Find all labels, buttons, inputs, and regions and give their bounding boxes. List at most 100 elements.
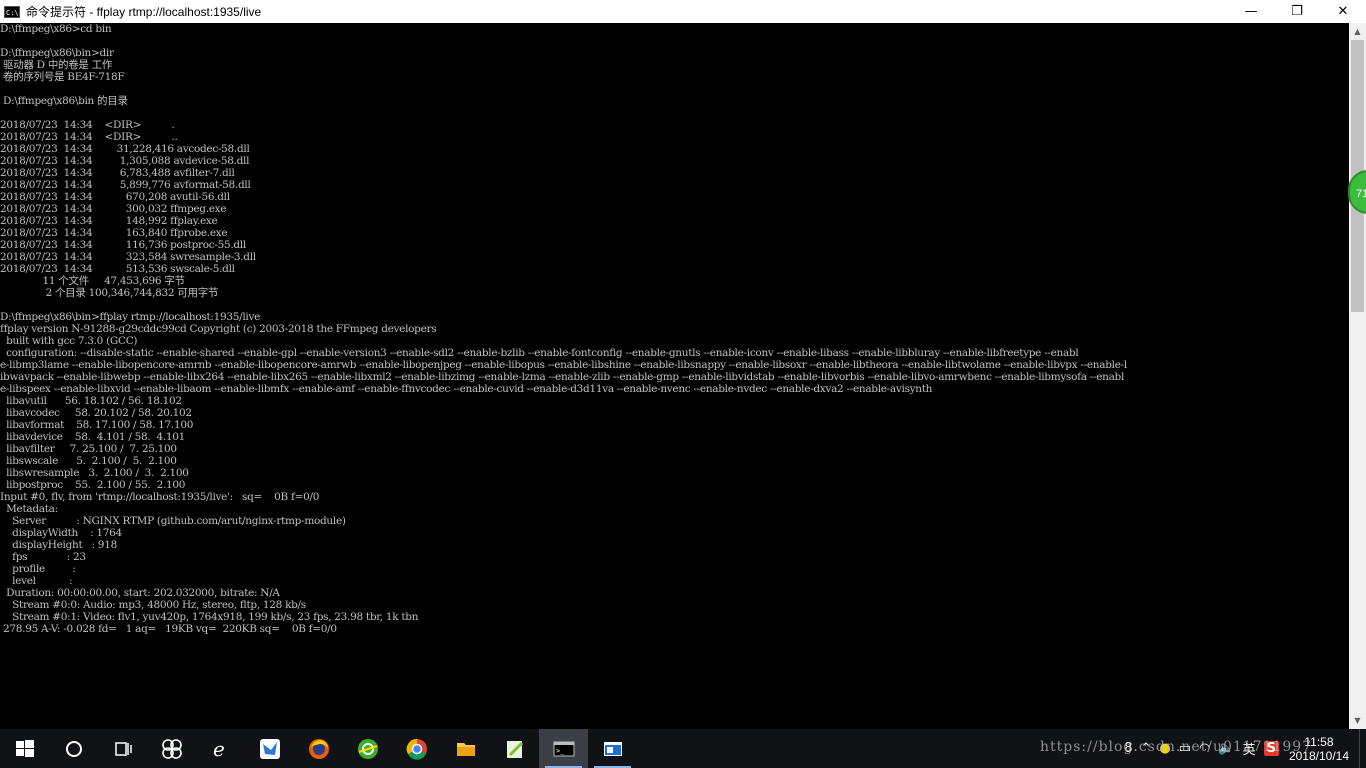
console-line: libavutil 56. 18.102 / 56. 18.102: [0, 395, 182, 407]
app-cmd[interactable]: >_: [539, 729, 588, 768]
maximize-button[interactable]: ❐: [1274, 0, 1320, 23]
svg-text:>_: >_: [556, 747, 565, 755]
console-line: D:\ffmpeg\x86\bin>ffplay rtmp://localhos…: [0, 311, 261, 323]
people-icon[interactable]: 8: [1124, 741, 1132, 756]
close-button[interactable]: ✕: [1320, 0, 1366, 23]
console-line: 2018/07/23 14:34 5,899,776 avformat-58.d…: [0, 179, 251, 191]
console-line: built with gcc 7.3.0 (GCC): [0, 335, 138, 347]
folder-icon: [456, 742, 475, 756]
tray-overflow-chevron-icon[interactable]: ⌃: [1140, 741, 1151, 756]
console-line: 2018/07/23 14:34 513,536 swscale-5.dll: [0, 263, 235, 275]
console-line: libavfilter 7. 25.100 / 7. 25.100: [0, 443, 177, 455]
console-line: libavcodec 58. 20.102 / 58. 20.102: [0, 407, 192, 419]
ime-language-indicator[interactable]: 英: [1243, 739, 1256, 758]
cmd-app-icon: C:\: [4, 5, 20, 18]
wifi-icon[interactable]: ◠: [1199, 741, 1210, 756]
start-button[interactable]: [0, 729, 49, 768]
console-line: 2018/07/23 14:34 <DIR> .: [0, 119, 175, 131]
volume-icon[interactable]: 🔈: [1218, 741, 1234, 756]
console-line: D:\ffmpeg\x86\bin>dir: [0, 47, 114, 59]
console-line: 2018/07/23 14:34 31,228,416 avcodec-58.d…: [0, 143, 250, 155]
console-line: configuration: --disable-static --enable…: [0, 347, 1079, 359]
minimize-button[interactable]: —: [1228, 0, 1274, 23]
console-line: e-libspeex --enable-libxvid --enable-lib…: [0, 383, 933, 395]
console-line: Stream #0:0: Audio: mp3, 48000 Hz, stere…: [0, 599, 306, 611]
console-line: fps : 23: [0, 551, 86, 563]
scroll-up-arrow[interactable]: ▲: [1349, 23, 1366, 40]
console-line: Input #0, flv, from 'rtmp://localhost:19…: [0, 491, 320, 503]
console-line: 卷的序列号是 BE4F-718F: [0, 71, 125, 83]
window-title-bar[interactable]: C:\ 命令提示符 - ffplay rtmp://localhost:1935…: [0, 0, 1366, 23]
console-line: 2018/07/23 14:34 1,305,088 avdevice-58.d…: [0, 155, 250, 167]
cortana-button[interactable]: [49, 729, 98, 768]
scroll-down-arrow[interactable]: ▼: [1349, 712, 1366, 729]
clock-date: 2018/10/14: [1288, 748, 1349, 763]
vertical-scrollbar[interactable]: ▲ ▼: [1349, 23, 1366, 729]
firefox-icon: [308, 738, 329, 759]
tray-app-icon[interactable]: ●: [1159, 741, 1170, 756]
app-firefox[interactable]: [294, 729, 343, 768]
window-title: 命令提示符 - ffplay rtmp://localhost:1935/liv…: [26, 5, 262, 19]
console-line: ibwavpack --enable-libwebp --enable-libx…: [0, 371, 1125, 383]
console-line: libavdevice 58. 4.101 / 58. 4.101: [0, 431, 186, 443]
app-ie[interactable]: e: [196, 729, 245, 768]
console-line: 驱动器 D 中的卷是 工作: [0, 59, 113, 71]
console-line: 2018/07/23 14:34 <DIR> ..: [0, 131, 178, 143]
console-line: 2018/07/23 14:34 670,208 avutil-56.dll: [0, 191, 230, 203]
console-line: 2018/07/23 14:34 300,032 ffmpeg.exe: [0, 203, 227, 215]
console-line: 2018/07/23 14:34 116,736 postproc-55.dll: [0, 239, 246, 251]
console-line: Metadata:: [0, 503, 58, 515]
console-line: 2018/07/23 14:34 6,783,488 avfilter-7.dl…: [0, 167, 235, 179]
app-notepad-plus[interactable]: [490, 729, 539, 768]
svg-text:e: e: [213, 738, 225, 760]
windows-icon: [15, 739, 34, 757]
pinwheel-icon: [161, 738, 182, 759]
console-line: Server : NGINX RTMP (github.com/arut/ngi…: [0, 515, 346, 527]
console-line: level :: [0, 575, 73, 587]
console-line: ffplay version N-91288-g29cddc99cd Copyr…: [0, 323, 437, 335]
console-line: 2018/07/23 14:34 148,992 ffplay.exe: [0, 215, 218, 227]
task-view-button[interactable]: [98, 729, 147, 768]
console-line: 2018/07/23 14:34 323,584 swresample-3.dl…: [0, 251, 256, 263]
console-line: libavformat 58. 17.100 / 58. 17.100: [0, 419, 194, 431]
ie-icon: e: [213, 738, 225, 760]
console-line: 11 个文件 47,453,696 字节: [0, 275, 185, 287]
console-line: libpostproc 55. 2.100 / 55. 2.100: [0, 479, 186, 491]
chrome-icon: [406, 738, 427, 760]
app-chrome[interactable]: [392, 729, 441, 768]
console-line: 278.95 A-V: -0.028 fd= 1 aq= 19KB vq= 22…: [0, 623, 337, 635]
network-icon[interactable]: ▭: [1179, 741, 1191, 756]
console-line: profile :: [0, 563, 76, 575]
console-line: 2 个目录 100,346,744,832 可用字节: [0, 287, 219, 299]
console-line: e-libmp3lame --enable-libopencore-amrnb …: [0, 359, 1127, 371]
console-line: Duration: 00:00:00.00, start: 202.032000…: [0, 587, 280, 599]
console-line: 2018/07/23 14:34 163,840 ffprobe.exe: [0, 227, 228, 239]
console-line: displayHeight : 918: [0, 539, 117, 551]
task-view-icon: [114, 741, 132, 756]
app-window[interactable]: [588, 729, 637, 768]
console-line: libswresample 3. 2.100 / 3. 2.100: [0, 467, 189, 479]
360-browser-icon: [357, 738, 378, 759]
app-pinwheel[interactable]: [147, 729, 196, 768]
cortana-icon: [65, 740, 82, 757]
system-tray: 8 ⌃ ● ▭ ◠ 🔈 英 S 11:58 2018/10/14: [1120, 729, 1366, 768]
show-desktop-button[interactable]: [1359, 729, 1366, 768]
window-icon: [603, 741, 622, 756]
cmd-icon: >_: [553, 741, 574, 756]
console-line: displayWidth : 1764: [0, 527, 122, 539]
console-line: libswscale 5. 2.100 / 5. 2.100: [0, 455, 177, 467]
sougou-ime-icon[interactable]: S: [1263, 741, 1279, 756]
app-360-browser[interactable]: [343, 729, 392, 768]
taskbar: e >_ 8 ⌃ ● ▭ ◠ 🔈 英 S 11:58 2018/10/14: [0, 729, 1366, 768]
console-output[interactable]: D:\ffmpeg\x86>cd bin D:\ffmpeg\x86\bin>di…: [0, 23, 1349, 729]
app-feishu[interactable]: [245, 729, 294, 768]
console-line: D:\ffmpeg\x86>cd bin: [0, 23, 112, 35]
app-file-explorer[interactable]: [441, 729, 490, 768]
console-line: D:\ffmpeg\x86\bin 的目录: [0, 95, 128, 107]
clock[interactable]: 11:58 2018/10/14: [1283, 735, 1359, 763]
clock-time: 11:58: [1304, 734, 1334, 749]
